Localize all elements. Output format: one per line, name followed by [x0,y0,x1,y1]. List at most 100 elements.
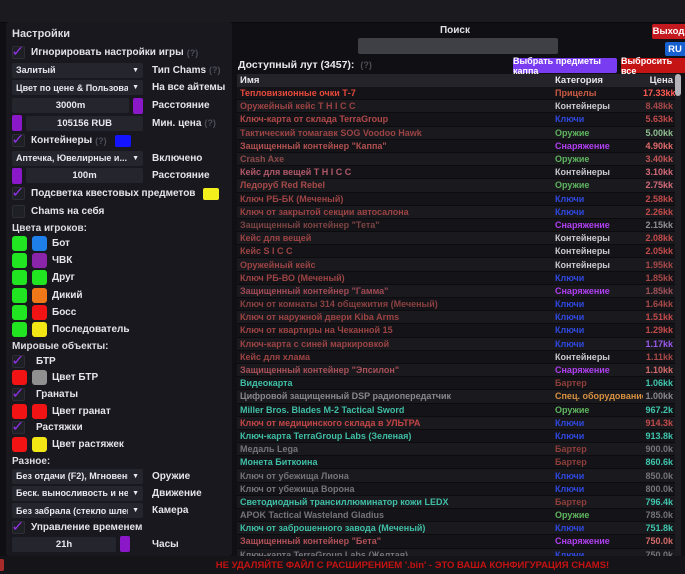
table-row[interactable]: Кейс S I C C Контейнеры 2.05kk [237,245,681,258]
table-row[interactable]: Ключ РБ-ВО (Меченый) Ключи 1.85kk [237,272,681,285]
tripwires-checkbox[interactable]: ✓ [12,421,25,434]
min-price-input[interactable]: 105156 RUB [26,116,143,131]
table-row[interactable]: Miller Bros. Blades M-2 Tactical Sword О… [237,404,681,417]
table-row[interactable]: Видеокарта Бартер 1.06kk [237,377,681,390]
containers-hint[interactable]: (?) [95,136,107,146]
player-color-swatch-1[interactable] [12,236,27,251]
min-price-color-swatch[interactable] [12,115,22,131]
table-row[interactable]: Защищенный контейнер "Каппа" Снаряжение … [237,140,681,153]
containers-color-swatch[interactable] [115,135,131,147]
player-color-swatch-2[interactable] [32,270,47,285]
weapon-select[interactable]: Без отдачи (F2), Мгновенное п ▼ [12,469,143,484]
table-row[interactable]: Оружейный кейс Контейнеры 1.95kk [237,258,681,271]
table-row[interactable]: Оружейный кейс T H I C C Контейнеры 8.48… [237,100,681,113]
drop-all-button[interactable]: Выбросить все [621,58,685,73]
table-row[interactable]: Ледоруб Red Rebel Оружие 2.75kk [237,179,681,192]
table-row[interactable]: Тактический томагавк SOG Voodoo Hawk Ору… [237,127,681,140]
chams-type-select[interactable]: Залитый ▼ [12,63,143,78]
hours-input[interactable]: 21h [12,537,116,552]
distance-input[interactable]: 3000m [12,98,129,113]
select-kappa-items-button[interactable]: Выбрать предметы каппа [513,58,617,73]
table-row[interactable]: Защищенный контейнер "Гамма" Снаряжение … [237,285,681,298]
table-row[interactable]: Защищенный контейнер "Бета" Снаряжение 7… [237,535,681,548]
grenade-color-swatch-1[interactable] [12,404,27,419]
player-color-swatch-1[interactable] [12,305,27,320]
chams-self-checkbox[interactable]: ✓ [12,205,25,218]
hours-color-swatch[interactable] [120,536,130,552]
btr-checkbox[interactable]: ✓ [12,355,25,368]
table-row[interactable]: Ключ от комнаты 314 общежития (Меченый) … [237,298,681,311]
table-row[interactable]: Ключ-карта от склада TerraGroup Ключи 5.… [237,113,681,126]
column-header-category[interactable]: Категория [555,75,643,86]
table-row[interactable]: Цифровой защищенный DSP радиопередатчик … [237,390,681,403]
quest-highlight-color-swatch[interactable] [203,188,219,200]
hours-row: 21h Часы [12,535,226,553]
table-row[interactable]: Защищенный контейнер "Эпсилон" Снаряжени… [237,364,681,377]
btr-color-swatch-1[interactable] [12,370,27,385]
grenades-checkbox[interactable]: ✓ [12,388,25,401]
table-row[interactable]: Ключ-карта TerraGroup Labs (Зеленая) Клю… [237,430,681,443]
table-row[interactable]: Тепловизионные очки Т-7 Прицелы 17.33kk [237,87,681,100]
player-color-swatch-2[interactable] [32,288,47,303]
table-row[interactable]: Ключ от медицинского склада в УЛЬТРА Клю… [237,417,681,430]
player-color-swatch-1[interactable] [12,322,27,337]
language-button[interactable]: RU [665,42,685,56]
distance-color-swatch[interactable] [133,98,143,114]
color-mode-select[interactable]: Цвет по цене & Пользователь ▼ [12,80,143,95]
table-row[interactable]: Кейс для хлама Контейнеры 1.11kk [237,351,681,364]
containers-checkbox[interactable]: ✓ [12,134,25,147]
distance2-input[interactable]: 100m [26,168,143,183]
table-row[interactable]: Кейс для вещей T H I C C Контейнеры 3.10… [237,166,681,179]
table-row[interactable]: Ключ РБ-БК (Меченый) Ключи 2.58kk [237,193,681,206]
table-row[interactable]: Ключ от закрытой секции автосалона Ключи… [237,206,681,219]
table-scrollbar-thumb[interactable] [675,74,681,96]
table-row[interactable]: Кейс для вещей Контейнеры 2.08kk [237,232,681,245]
exit-button[interactable]: Выход [652,24,685,39]
item-name: Видеокарта [237,378,555,388]
time-control-checkbox[interactable]: ✓ [12,521,25,534]
ignore-game-settings-hint[interactable]: (?) [187,48,199,58]
min-price-hint[interactable]: (?) [204,118,216,128]
player-color-swatch-2[interactable] [32,305,47,320]
table-row[interactable]: Светодиодный трансиллюминатор кожи LEDX … [237,496,681,509]
grenade-color-swatch-2[interactable] [32,404,47,419]
ignore-game-settings-checkbox[interactable]: ✓ [12,46,25,59]
table-row[interactable]: Ключ от убежища Ворона Ключи 800.0k [237,483,681,496]
table-row[interactable]: APOK Tactical Wasteland Gladius Оружие 7… [237,509,681,522]
player-color-swatch-1[interactable] [12,253,27,268]
table-row[interactable]: Защищенный контейнер "Тета" Снаряжение 2… [237,219,681,232]
ignore-game-settings-row: ✓ Игнорировать настройки игры (?) [12,44,226,62]
search-input[interactable] [358,38,558,54]
quest-highlight-checkbox[interactable]: ✓ [12,187,25,200]
table-row[interactable]: Ключ-карта с синей маркировкой Ключи 1.1… [237,338,681,351]
table-scrollbar[interactable] [675,74,681,556]
player-color-swatch-1[interactable] [12,270,27,285]
table-row[interactable]: Crash Axe Оружие 3.40kk [237,153,681,166]
table-row[interactable]: Ключ от квартиры на Чеканной 15 Ключи 1.… [237,324,681,337]
item-name: Защищенный контейнер "Бета" [237,536,555,546]
table-row[interactable]: Ключ от убежища Лиона Ключи 850.0k [237,469,681,482]
player-color-swatch-1[interactable] [12,288,27,303]
chams-type-hint[interactable]: (?) [209,65,221,75]
btr-color-swatch-2[interactable] [32,370,47,385]
player-color-swatch-2[interactable] [32,236,47,251]
category-filter-select[interactable]: Аптечка, Ювелирные и... ▼ [12,151,143,166]
ignore-game-settings-label: Игнорировать настройки игры [31,47,184,58]
tripwire-color-swatch-1[interactable] [12,437,27,452]
table-row[interactable]: Ключ-карта TerraGroup Labs (Желтая) Ключ… [237,549,681,556]
player-colors-header: Цвета игроков: [12,222,226,235]
table-row[interactable]: Ключ от наружной двери Kiba Arms Ключи 1… [237,311,681,324]
movement-select[interactable]: Беск. выносливость и нет уста ▼ [12,486,143,501]
movement-row: Беск. выносливость и нет уста ▼ Движение [12,485,226,502]
table-row[interactable]: Монета Биткоина Бартер 860.6k [237,456,681,469]
player-color-swatch-2[interactable] [32,322,47,337]
player-color-swatch-2[interactable] [32,253,47,268]
loot-title-hint[interactable]: (?) [360,60,372,70]
camera-row: Без забрала (стекло шлема) ▼ Камера [12,502,226,519]
column-header-name[interactable]: Имя [237,75,555,86]
camera-select[interactable]: Без забрала (стекло шлема) ▼ [12,503,143,518]
table-row[interactable]: Медаль Lega Бартер 900.0k [237,443,681,456]
distance2-color-swatch[interactable] [12,168,22,184]
tripwire-color-swatch-2[interactable] [32,437,47,452]
table-row[interactable]: Ключ от заброшенного завода (Меченый) Кл… [237,522,681,535]
